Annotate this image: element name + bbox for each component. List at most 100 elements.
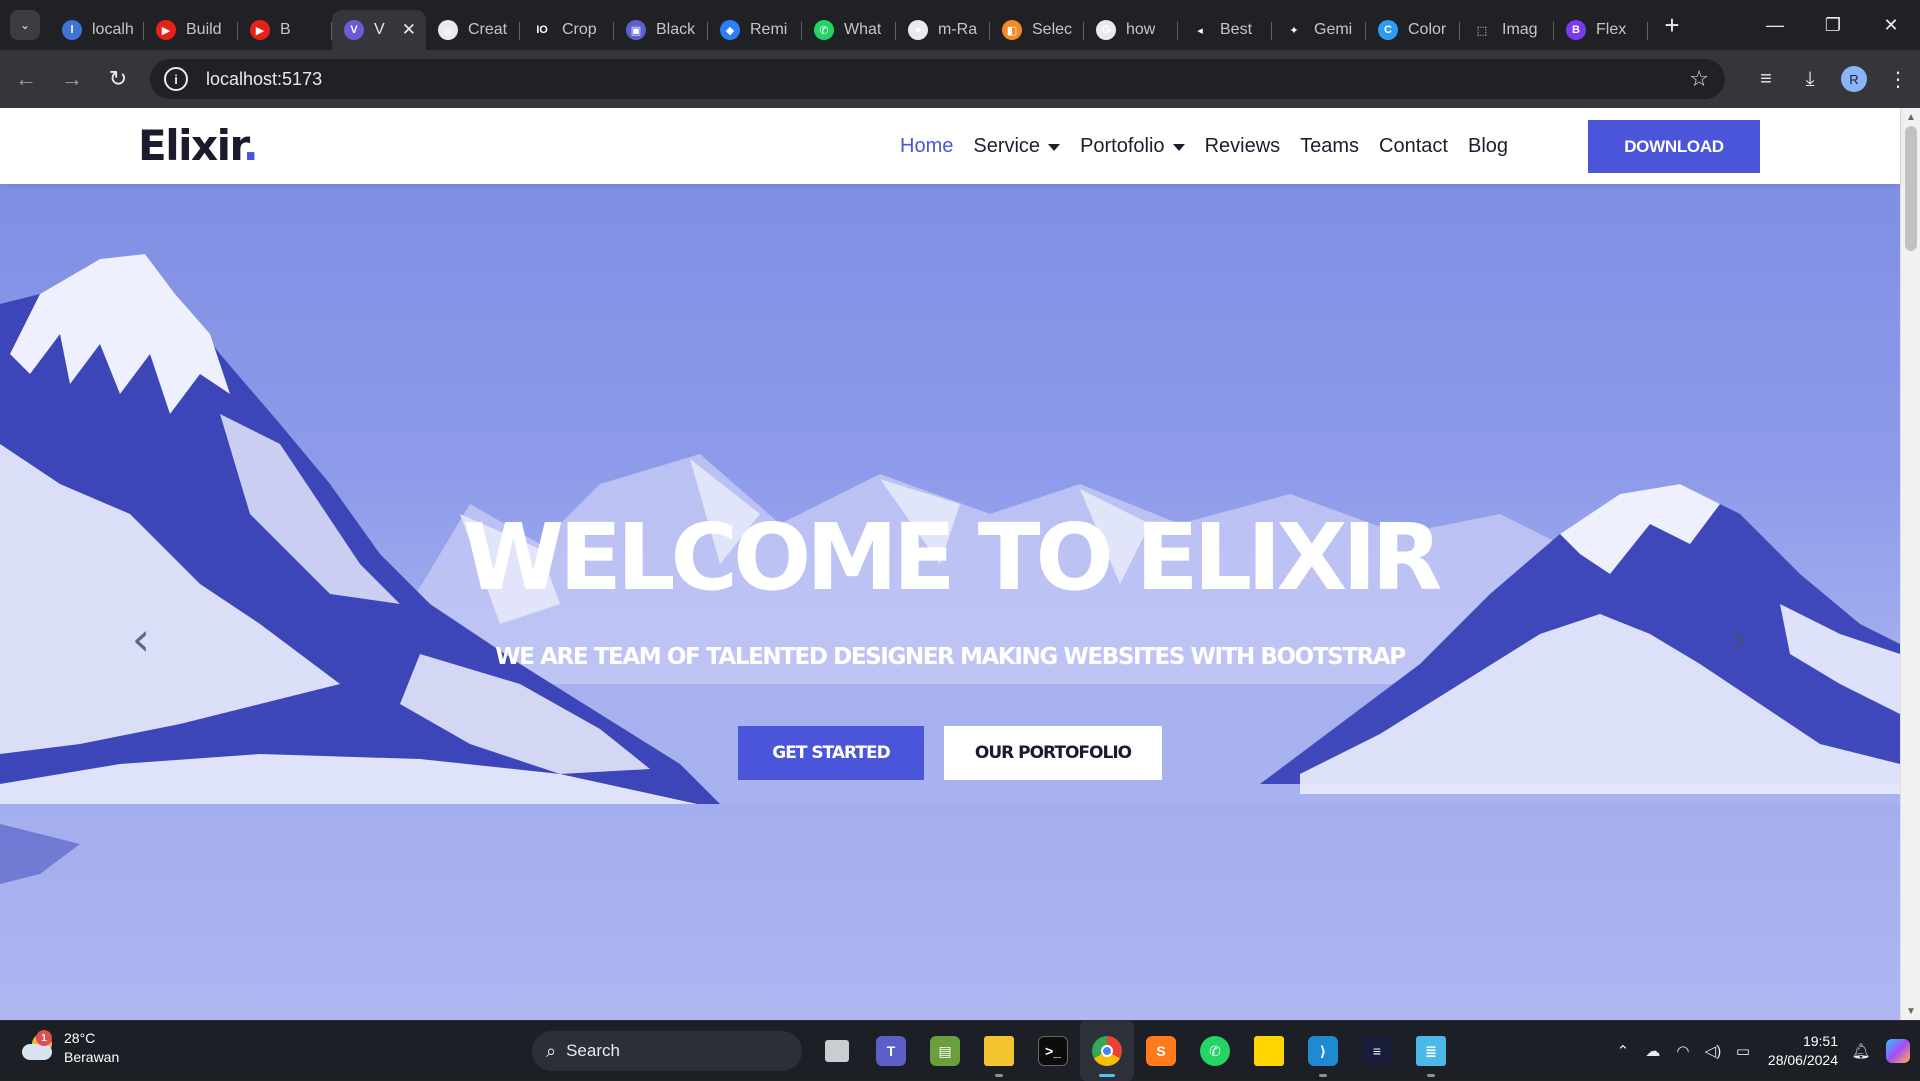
menu-button[interactable]: ⋮ <box>1876 57 1920 101</box>
nav-link-label: Home <box>900 134 954 157</box>
code-tool-app[interactable]: ≡ <box>1350 1021 1404 1081</box>
tab-favicon-icon: l <box>62 20 82 40</box>
tab-title: Selec <box>1032 21 1073 38</box>
browser-tab[interactable]: ✦ Gemi <box>1272 10 1366 50</box>
sticky-notes-app[interactable] <box>1242 1021 1296 1081</box>
nav-link-blog[interactable]: Blog <box>1468 135 1508 158</box>
hero-actions: GET STARTED OUR PORTOFOLIO <box>0 726 1900 780</box>
scroll-down-icon[interactable]: ▼ <box>1901 1002 1920 1020</box>
profile-button[interactable]: R <box>1832 57 1876 101</box>
task-view-button[interactable] <box>810 1021 864 1081</box>
notepad-app[interactable]: ≣ <box>1404 1021 1458 1081</box>
hero-subtitle: WE ARE TEAM OF TALENTED DESIGNER MAKING … <box>495 644 1406 670</box>
nav-link-portofolio[interactable]: Portofolio <box>1080 135 1185 158</box>
tab-favicon-icon: ▶ <box>250 20 270 40</box>
taskbar-search[interactable]: ⌕ Search <box>532 1031 802 1071</box>
media-queue-icon: ≡ <box>1760 67 1772 90</box>
page-scrollbar[interactable]: ▲ ▼ <box>1900 108 1920 1020</box>
browser-tab[interactable]: B Flex <box>1554 10 1648 50</box>
battery-icon[interactable]: ▭ <box>1728 1021 1758 1081</box>
browser-tab[interactable]: l localh <box>50 10 144 50</box>
toolbar-actions: ≡ ⤓ R ⋮ <box>1744 50 1920 108</box>
windows-logo-icon <box>483 1037 511 1065</box>
start-button[interactable] <box>470 1021 524 1081</box>
chrome-app[interactable] <box>1080 1021 1134 1081</box>
minimize-icon: — <box>1766 14 1784 35</box>
vscode-app[interactable]: ⟩ <box>1296 1021 1350 1081</box>
address-bar[interactable]: i localhost:5173 ☆ <box>150 59 1725 99</box>
chrome-icon <box>1092 1036 1122 1066</box>
site-info-icon[interactable]: i <box>164 67 188 91</box>
browser-tab[interactable]: C Color <box>1366 10 1460 50</box>
terminal-app[interactable]: >_ <box>1026 1021 1080 1081</box>
browser-tab[interactable]: V V ✕ <box>332 10 426 50</box>
browser-tab[interactable]: ▶ B <box>238 10 332 50</box>
tab-favicon-icon: IO <box>532 20 552 40</box>
logo-text: Elixir <box>138 121 244 170</box>
tab-list: l localh ▶ Build ▶ B V V ✕ ◎ Creat IO Crop ▣ Black ◆ Rem… <box>50 0 1648 50</box>
notepad-icon: ≣ <box>1416 1036 1446 1066</box>
browser-tab[interactable]: ▶ Build <box>144 10 238 50</box>
wifi-icon[interactable]: ◠ <box>1668 1021 1698 1081</box>
sublime-text-app[interactable]: S <box>1134 1021 1188 1081</box>
nav-link-service[interactable]: Service <box>973 135 1061 158</box>
tab-search-button[interactable]: ⌄ <box>10 10 40 40</box>
close-window-button[interactable]: ✕ <box>1862 0 1920 50</box>
nav-link-reviews[interactable]: Reviews <box>1205 135 1281 158</box>
image-editor-app[interactable]: ▤ <box>918 1021 972 1081</box>
tab-favicon-icon: ✦ <box>1284 20 1304 40</box>
browser-tab[interactable]: ⬚ Imag <box>1460 10 1554 50</box>
close-tab-icon[interactable]: ✕ <box>402 20 416 40</box>
whatsapp-app[interactable]: ✆ <box>1188 1021 1242 1081</box>
restore-button[interactable]: ❐ <box>1804 0 1862 50</box>
tab-favicon-icon: ● <box>908 20 928 40</box>
our-portofolio-button[interactable]: OUR PORTOFOLIO <box>944 726 1162 780</box>
nav-link-teams[interactable]: Teams <box>1300 135 1359 158</box>
browser-tab[interactable]: ✆ What <box>802 10 896 50</box>
bookmark-star-icon[interactable]: ☆ <box>1689 66 1709 92</box>
browser-tab[interactable]: ◆ Remi <box>708 10 802 50</box>
browser-tab[interactable]: ◎ Creat <box>426 10 520 50</box>
plus-icon: + <box>1664 9 1680 40</box>
volume-icon[interactable]: ◁) <box>1698 1021 1728 1081</box>
scroll-thumb[interactable] <box>1905 126 1917 251</box>
scroll-up-icon[interactable]: ▲ <box>1901 108 1920 126</box>
nav-link-label: Blog <box>1467 134 1509 157</box>
tab-title: Build <box>186 21 222 38</box>
taskbar-clock[interactable]: 19:51 28/06/2024 <box>1768 1032 1838 1070</box>
tab-favicon-icon: ▣ <box>626 20 646 40</box>
url-text[interactable]: localhost:5173 <box>206 69 322 90</box>
browser-tab[interactable]: ◂ Best <box>1178 10 1272 50</box>
media-control-button[interactable]: ≡ <box>1744 57 1788 101</box>
browser-tab[interactable]: IO Crop <box>520 10 614 50</box>
copilot-icon[interactable] <box>1876 1021 1920 1081</box>
weather-widget[interactable]: 1 28°C Berawan <box>20 1029 119 1067</box>
nav-link-home[interactable]: Home <box>900 135 953 158</box>
get-started-button[interactable]: GET STARTED <box>738 726 924 780</box>
browser-tab[interactable]: ▣ Black <box>614 10 708 50</box>
tab-title: Best <box>1220 21 1253 38</box>
show-hidden-icons-button[interactable]: ⌃ <box>1608 1021 1638 1081</box>
notification-bell-icon[interactable]: 🔔︎ <box>1846 1021 1876 1081</box>
logo-dot: . <box>242 121 259 170</box>
teams-app[interactable]: T <box>864 1021 918 1081</box>
file-explorer-app[interactable] <box>972 1021 1026 1081</box>
browser-tab[interactable]: Ghow <box>1084 10 1178 50</box>
browser-tab[interactable]: ◧ Selec <box>990 10 1084 50</box>
reload-button[interactable]: ↻ <box>98 59 138 99</box>
onedrive-icon[interactable]: ☁ <box>1638 1021 1668 1081</box>
browser-tab[interactable]: ● m-Ra <box>896 10 990 50</box>
new-tab-button[interactable]: + <box>1654 7 1690 43</box>
tab-favicon-icon: ◂ <box>1190 20 1210 40</box>
terminal-icon: >_ <box>1038 1036 1068 1066</box>
site-logo[interactable]: Elixir. <box>138 121 259 170</box>
downloads-button[interactable]: ⤓ <box>1788 57 1832 101</box>
download-button[interactable]: DOWNLOAD <box>1588 120 1760 173</box>
nav-link-contact[interactable]: Contact <box>1379 135 1448 158</box>
minimize-button[interactable]: — <box>1746 0 1804 50</box>
forward-button[interactable]: → <box>52 59 92 99</box>
folder-icon <box>984 1036 1014 1066</box>
arrow-right-icon: → <box>61 66 83 91</box>
back-button[interactable]: ← <box>6 59 46 99</box>
download-icon: ⤓ <box>1805 67 1815 90</box>
